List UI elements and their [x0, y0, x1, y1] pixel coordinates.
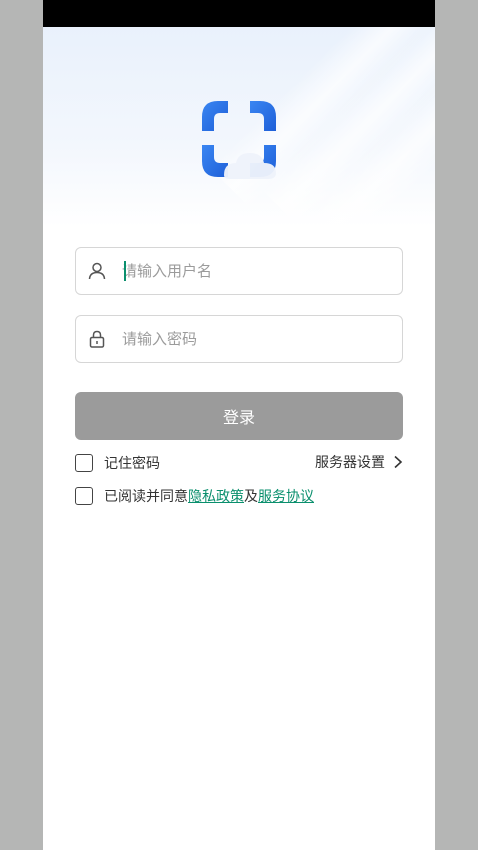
lock-icon [86, 328, 108, 350]
username-input[interactable] [122, 256, 382, 286]
password-input[interactable] [122, 324, 382, 354]
service-agreement-link[interactable]: 服务协议 [258, 486, 314, 506]
remember-label: 记住密码 [104, 456, 160, 472]
username-field[interactable] [75, 247, 403, 295]
agreement-checkbox[interactable] [75, 487, 93, 505]
chevron-right-icon [393, 455, 403, 469]
remember-checkbox[interactable] [75, 454, 93, 472]
app-logo [198, 97, 280, 181]
status-bar [43, 0, 435, 27]
password-field[interactable] [75, 315, 403, 363]
privacy-policy-link[interactable]: 隐私政策 [188, 486, 244, 506]
agreement-joiner: 及 [244, 489, 258, 505]
text-caret [124, 261, 126, 281]
remember-password-row[interactable]: 记住密码 [75, 453, 160, 473]
server-settings-label: 服务器设置 [315, 455, 385, 471]
agreement-row: 已阅读并同意 隐私政策 及 服务协议 [75, 486, 314, 506]
login-button[interactable]: 登录 [75, 392, 403, 440]
agreement-prefix: 已阅读并同意 [104, 489, 188, 505]
server-settings-link[interactable]: 服务器设置 [315, 452, 403, 472]
user-icon [86, 260, 108, 282]
phone-screen: 登录 记住密码 服务器设置 已阅读并同意 隐私政策 及 服务协议 [43, 0, 435, 850]
